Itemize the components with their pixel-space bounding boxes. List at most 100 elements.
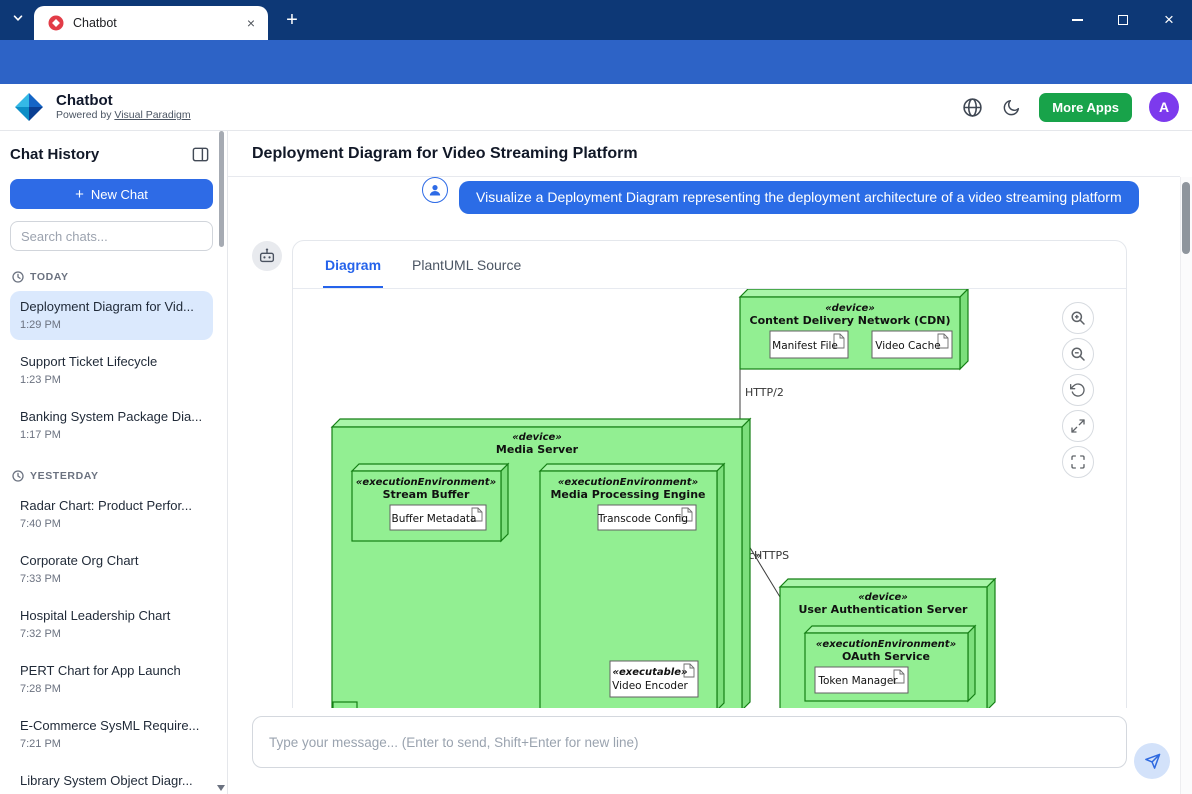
chat-item-time: 1:23 PM (20, 374, 203, 387)
artifact-token-manager: Token Manager (815, 667, 908, 693)
fit-view-button[interactable] (1062, 410, 1094, 442)
svg-text:Video Encoder: Video Encoder (612, 680, 688, 692)
chat-history-item[interactable]: PERT Chart for App Launch 7:28 PM (10, 655, 213, 704)
artifact-video-cache: Video Cache (872, 331, 952, 358)
chat-item-title: Radar Chart: Product Perfor... (20, 498, 203, 513)
sidebar-scroll-down-icon[interactable] (217, 785, 225, 791)
message-input-bar (228, 708, 1180, 794)
more-apps-button[interactable]: More Apps (1039, 93, 1132, 122)
artifact-manifest-file: Manifest File (770, 331, 848, 358)
chat-history-item[interactable]: E-Commerce SysML Require... 7:21 PM (10, 710, 213, 759)
globe-icon (962, 97, 983, 118)
deployment-diagram: HTTP/2 HTTPS «deployment spec» «device» … (293, 289, 1126, 710)
chat-item-time: 7:21 PM (20, 738, 203, 751)
dark-mode-button[interactable] (1000, 96, 1022, 118)
window-close-button[interactable]: × (1146, 0, 1192, 40)
sidebar-title: Chat History (10, 146, 99, 163)
stream-buffer-environment: «executionEnvironment» Stream Buffer Buf… (352, 464, 508, 541)
person-icon (428, 183, 442, 197)
svg-text:Manifest File: Manifest File (772, 340, 838, 352)
main-content: Deployment Diagram for Video Streaming P… (228, 131, 1192, 794)
maximize-icon (1118, 15, 1128, 25)
message-input[interactable] (252, 716, 1127, 768)
svg-text:Content Delivery Network (CDN): Content Delivery Network (CDN) (750, 314, 951, 327)
browser-window: Chatbot × + × ai-toolbox.visual-paradigm… (0, 0, 1192, 794)
svg-text:OAuth Service: OAuth Service (842, 650, 930, 663)
zoom-out-button[interactable] (1062, 338, 1094, 370)
conversation-title-bar: Deployment Diagram for Video Streaming P… (228, 131, 1180, 177)
panel-toggle-icon (191, 145, 210, 164)
chat-history-item[interactable]: Radar Chart: Product Perfor... 7:40 PM (10, 490, 213, 539)
language-button[interactable] (961, 96, 983, 118)
svg-text:Stream Buffer: Stream Buffer (383, 488, 470, 501)
chat-item-time: 1:29 PM (20, 319, 203, 332)
chat-history-sidebar: Chat History + New Chat TODAY Deployment… (0, 131, 228, 794)
svg-text:«executionEnvironment»: «executionEnvironment» (356, 477, 496, 488)
page-title: Deployment Diagram for Video Streaming P… (252, 145, 638, 163)
tab-close-icon[interactable]: × (242, 14, 260, 32)
svg-text:Token Manager: Token Manager (817, 675, 898, 687)
corner-frame-icon (1070, 454, 1086, 470)
svg-text:«executionEnvironment»: «executionEnvironment» (816, 639, 956, 650)
user-account-avatar[interactable]: A (1149, 92, 1179, 122)
chat-item-title: Support Ticket Lifecycle (20, 354, 203, 369)
chat-item-time: 7:32 PM (20, 628, 203, 641)
zoom-in-icon (1070, 310, 1086, 326)
zoom-in-button[interactable] (1062, 302, 1094, 334)
chat-history-item[interactable]: Banking System Package Dia... 1:17 PM (10, 401, 213, 450)
window-controls: × (1054, 0, 1192, 40)
assistant-avatar (252, 241, 282, 271)
moon-icon (1002, 98, 1021, 117)
search-chats-input[interactable] (10, 221, 213, 251)
artifact-video-encoder: «executable» Video Encoder (610, 661, 698, 697)
tab-diagram[interactable]: Diagram (323, 241, 383, 288)
media-processing-engine-environment: «executionEnvironment» Media Processing … (540, 464, 724, 710)
response-tabs: Diagram PlantUML Source (293, 241, 1126, 289)
chat-history-item[interactable]: Hospital Leadership Chart 7:32 PM (10, 600, 213, 649)
plus-icon: + (75, 186, 84, 203)
tab-plantuml-source[interactable]: PlantUML Source (410, 241, 523, 288)
svg-text:«device»: «device» (858, 592, 908, 603)
clock-icon (12, 271, 24, 283)
oauth-service-environment: «executionEnvironment» OAuth Service Tok… (805, 626, 975, 701)
media-server-node: «device» Media Server «executionEnvironm… (332, 419, 750, 710)
app-titles: Chatbot Powered by Visual Paradigm (56, 92, 191, 122)
app-name: Chatbot (56, 92, 191, 109)
svg-text:Transcode Config: Transcode Config (597, 513, 688, 525)
chat-item-title: Banking System Package Dia... (20, 409, 203, 424)
chat-item-title: Hospital Leadership Chart (20, 608, 203, 623)
new-chat-button[interactable]: + New Chat (10, 179, 213, 209)
main-scrollbar-thumb[interactable] (1182, 182, 1190, 254)
window-maximize-button[interactable] (1100, 0, 1146, 40)
chat-history-item[interactable]: Library System Object Diagr... 7:15 PM (10, 765, 213, 794)
powered-by-link[interactable]: Visual Paradigm (114, 109, 190, 121)
artifact-buffer-metadata: Buffer Metadata (390, 505, 486, 530)
rotate-ccw-icon (1070, 382, 1086, 398)
section-header-today: TODAY (12, 271, 213, 283)
chat-item-time: 7:28 PM (20, 683, 203, 696)
tab-strip: Chatbot × + × (0, 0, 1192, 40)
chat-history-item[interactable]: Corporate Org Chart 7:33 PM (10, 545, 213, 594)
user-message-bubble: Visualize a Deployment Diagram represent… (459, 181, 1139, 214)
send-button[interactable] (1134, 743, 1170, 779)
main-scrollbar-track[interactable] (1180, 177, 1192, 794)
window-minimize-button[interactable] (1054, 0, 1100, 40)
new-tab-button[interactable]: + (280, 8, 304, 32)
paper-plane-icon (1144, 753, 1161, 770)
fullscreen-button[interactable] (1062, 446, 1094, 478)
browser-tab[interactable]: Chatbot × (34, 6, 268, 40)
tab-title: Chatbot (73, 16, 242, 30)
sidebar-scrollbar-thumb[interactable] (219, 131, 224, 247)
svg-text:Video Cache: Video Cache (875, 340, 940, 352)
chat-history-item[interactable]: Deployment Diagram for Vid... 1:29 PM (10, 291, 213, 340)
tab-favicon-icon (48, 15, 64, 31)
diagram-canvas: HTTP/2 HTTPS «deployment spec» «device» … (293, 289, 1126, 710)
reset-view-button[interactable] (1062, 374, 1094, 406)
chat-item-title: Corporate Org Chart (20, 553, 203, 568)
sidebar-collapse-button[interactable] (189, 143, 211, 165)
auth-server-node: «device» User Authentication Server «exe… (780, 579, 995, 710)
diagram-zoom-toolbar (1062, 302, 1094, 478)
tab-search-button[interactable] (7, 9, 29, 31)
chat-history-item[interactable]: Support Ticket Lifecycle 1:23 PM (10, 346, 213, 395)
chat-item-title: PERT Chart for App Launch (20, 663, 203, 678)
